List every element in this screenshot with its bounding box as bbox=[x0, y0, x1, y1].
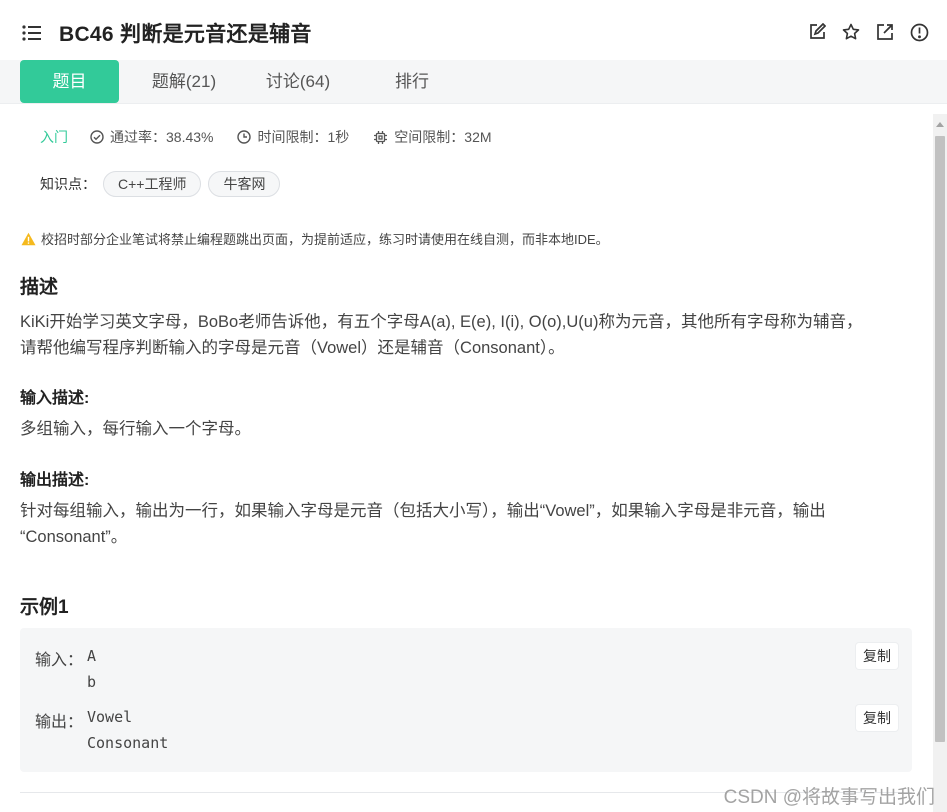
example-output-code: Vowel Consonant bbox=[87, 708, 169, 752]
difficulty-badge: 入门 bbox=[40, 129, 68, 145]
notice-text: 校招时部分企业笔试将禁止编程题跳出页面，为提前适应，练习时请使用在线自测，而非本… bbox=[41, 232, 609, 247]
pass-rate: 通过率：38.43% bbox=[90, 127, 213, 147]
tag-cpp-engineer[interactable]: C++工程师 bbox=[103, 171, 202, 197]
tab-ranking[interactable]: 排行 bbox=[362, 60, 462, 103]
scrollbar-thumb[interactable] bbox=[935, 136, 945, 742]
tag-nowcoder[interactable]: 牛客网 bbox=[208, 171, 281, 197]
example-heading: 示例1 bbox=[20, 597, 69, 618]
chip-icon bbox=[374, 130, 388, 144]
input-desc-heading: 输入描述: bbox=[20, 390, 90, 407]
clock-icon bbox=[237, 130, 252, 144]
tab-bar: 题目 题解(21) 讨论(64) 排行 bbox=[0, 60, 947, 104]
watermark: CSDN @将故事写出我们 bbox=[723, 787, 935, 808]
time-limit: 时间限制：1秒 bbox=[237, 127, 349, 147]
knowledge-tags: 知识点： C++工程师 牛客网 bbox=[40, 171, 281, 197]
example-input-label: 输入： bbox=[35, 652, 84, 669]
example-box: 输入： A b 复制 输出： Vowel Consonant 复制 bbox=[20, 628, 912, 772]
scroll-up-arrow-icon[interactable] bbox=[933, 114, 947, 134]
problem-meta: 入门 通过率：38.43% 时间限制：1秒 空间限制：32M bbox=[40, 127, 516, 147]
description-text: KiKi开始学习英文字母，BoBo老师告诉他，有五个字母A(a), E(e), … bbox=[20, 313, 863, 357]
output-desc-text: 针对每组输入，输出为一行，如果输入字母是元音（包括大小写），输出“Vowel”，… bbox=[20, 502, 826, 546]
problem-header: BC46 判断是元音还是辅音 bbox=[0, 0, 947, 60]
list-icon[interactable] bbox=[22, 24, 44, 42]
check-circle-icon bbox=[90, 130, 104, 144]
description-heading: 描述 bbox=[20, 277, 59, 298]
space-limit: 空间限制：32M bbox=[373, 127, 492, 147]
star-icon[interactable] bbox=[841, 22, 861, 42]
edit-icon[interactable] bbox=[807, 22, 827, 42]
knowledge-label: 知识点： bbox=[40, 176, 96, 192]
copy-input-button[interactable]: 复制 bbox=[856, 643, 898, 669]
info-icon[interactable] bbox=[909, 22, 929, 42]
warning-icon bbox=[21, 232, 36, 245]
example-input-code: A b bbox=[87, 647, 97, 691]
notice-banner: 校招时部分企业笔试将禁止编程题跳出页面，为提前适应，练习时请使用在线自测，而非本… bbox=[21, 229, 609, 248]
tab-problem[interactable]: 题目 bbox=[20, 60, 119, 103]
example-output-label: 输出： bbox=[35, 714, 84, 731]
input-desc-text: 多组输入，每行输入一个字母。 bbox=[20, 420, 251, 438]
tab-discussion[interactable]: 讨论(64) bbox=[248, 60, 348, 103]
output-desc-heading: 输出描述: bbox=[20, 472, 90, 489]
scrollbar[interactable] bbox=[933, 114, 947, 812]
copy-output-button[interactable]: 复制 bbox=[856, 705, 898, 731]
external-link-icon[interactable] bbox=[875, 22, 895, 42]
tab-solutions[interactable]: 题解(21) bbox=[134, 60, 234, 103]
page-title: BC46 判断是元音还是辅音 bbox=[59, 23, 312, 46]
